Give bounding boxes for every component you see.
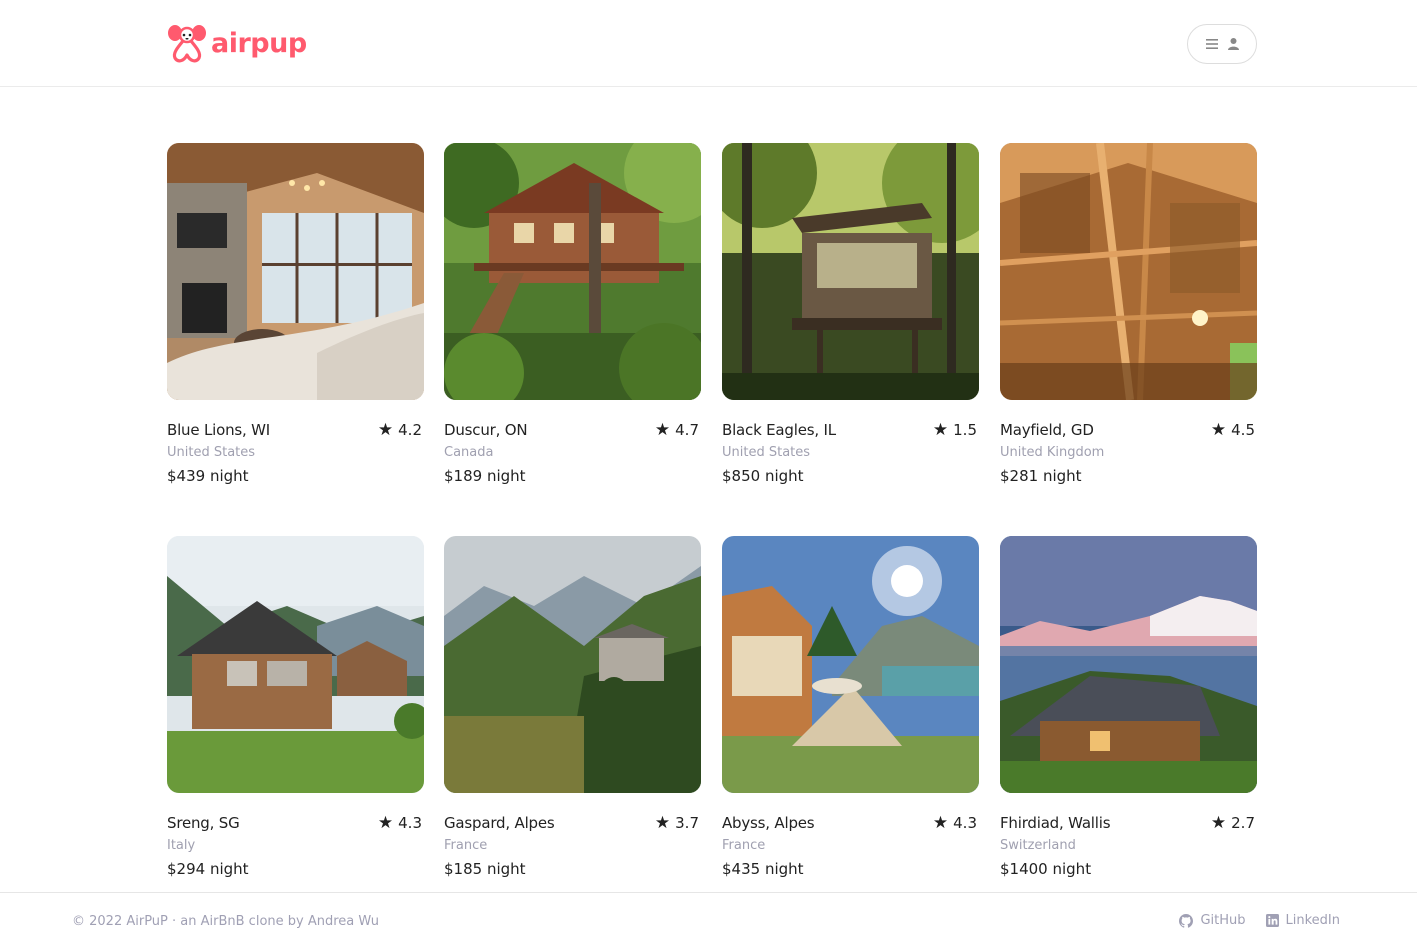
listing-price: $435 night	[722, 860, 804, 878]
listing-country: Canada	[444, 445, 494, 460]
top-navbar: airpup	[0, 0, 1417, 87]
listing-card[interactable]: Fhirdiad, Wallis ★ 2.7 Switzerland $1400 …	[1000, 536, 1257, 886]
listing-card[interactable]: Gaspard, Alpes ★ 3.7 France $185 night	[444, 536, 701, 886]
airpup-logo[interactable]: airpup	[166, 22, 307, 64]
listing-photo[interactable]	[722, 143, 979, 400]
listing-country: Switzerland	[1000, 838, 1076, 853]
listing-rating: ★ 4.2	[378, 421, 422, 439]
listing-country: United Kingdom	[1000, 445, 1105, 460]
listing-country: France	[444, 838, 488, 853]
user-menu-button[interactable]	[1187, 24, 1257, 64]
listing-card[interactable]: Abyss, Alpes ★ 4.3 France $435 night	[722, 536, 979, 886]
listing-rating: ★ 4.5	[1211, 421, 1255, 439]
listing-location: Blue Lions, WI	[167, 421, 270, 439]
star-icon: ★	[932, 419, 949, 440]
listing-card[interactable]: Mayfield, GD ★ 4.5 United Kingdom $281 ni…	[1000, 143, 1257, 493]
listing-price: $439 night	[167, 467, 249, 485]
rating-value: 4.2	[398, 421, 422, 439]
listing-card[interactable]: Black Eagles, IL ★ 1.5 United States $850…	[722, 143, 979, 493]
listing-rating: ★ 4.7	[655, 421, 699, 439]
rating-value: 4.3	[398, 814, 422, 832]
listing-photo[interactable]	[167, 143, 424, 400]
airpup-logo-icon	[168, 25, 206, 63]
star-icon: ★	[377, 419, 394, 440]
listing-price: $281 night	[1000, 467, 1082, 485]
listing-rating: ★ 4.3	[933, 814, 977, 832]
listing-photo[interactable]	[1000, 143, 1257, 400]
listing-location: Gaspard, Alpes	[444, 814, 555, 832]
brand-name: airpup	[211, 27, 307, 59]
listing-location: Mayfield, GD	[1000, 421, 1094, 439]
star-icon: ★	[654, 419, 671, 440]
star-icon: ★	[1210, 419, 1227, 440]
listing-location: Sreng, SG	[167, 814, 240, 832]
rating-value: 4.7	[675, 421, 699, 439]
rating-value: 1.5	[953, 421, 977, 439]
footer-copyright: © 2022 AirPuP · an AirBnB clone by Andre…	[72, 914, 380, 929]
star-icon: ★	[932, 812, 949, 833]
hamburger-icon	[1205, 39, 1218, 49]
listing-country: United States	[167, 445, 256, 460]
rating-value: 3.7	[675, 814, 699, 832]
listing-location: Abyss, Alpes	[722, 814, 815, 832]
listing-photo[interactable]	[1000, 536, 1257, 793]
footer: © 2022 AirPuP · an AirBnB clone by Andre…	[0, 892, 1417, 948]
listing-price: $850 night	[722, 467, 804, 485]
listing-location: Duscur, ON	[444, 421, 528, 439]
listing-card[interactable]: Duscur, ON ★ 4.7 Canada $189 night	[444, 143, 701, 493]
listing-price: $294 night	[167, 860, 249, 878]
rating-value: 4.3	[953, 814, 977, 832]
star-icon: ★	[377, 812, 394, 833]
user-icon	[1227, 38, 1239, 50]
listing-rating: ★ 2.7	[1211, 814, 1255, 832]
listing-rating: ★ 1.5	[933, 421, 977, 439]
listing-country: Italy	[167, 838, 196, 853]
rating-value: 4.5	[1231, 421, 1255, 439]
linkedin-link-label: LinkedIn	[1285, 913, 1340, 928]
github-link-label: GitHub	[1200, 913, 1246, 928]
rating-value: 2.7	[1231, 814, 1255, 832]
star-icon: ★	[654, 812, 671, 833]
listing-country: France	[722, 838, 766, 853]
listing-photo[interactable]	[444, 536, 701, 793]
listing-price: $189 night	[444, 467, 526, 485]
listing-photo[interactable]	[722, 536, 979, 793]
star-icon: ★	[1210, 812, 1227, 833]
listing-photo[interactable]	[167, 536, 424, 793]
listing-card[interactable]: Blue Lions, WI ★ 4.2 United States $439 n…	[167, 143, 424, 493]
linkedin-link[interactable]: LinkedIn	[1265, 913, 1340, 928]
linkedin-icon	[1265, 914, 1279, 927]
listing-location: Fhirdiad, Wallis	[1000, 814, 1111, 832]
listing-price: $1400 night	[1000, 860, 1092, 878]
footer-links: GitHub LinkedIn	[1179, 913, 1340, 928]
listing-price: $185 night	[444, 860, 526, 878]
listing-rating: ★ 3.7	[655, 814, 699, 832]
listing-photo[interactable]	[444, 143, 701, 400]
github-icon	[1179, 913, 1194, 928]
github-link[interactable]: GitHub	[1179, 913, 1246, 928]
listing-country: United States	[722, 445, 811, 460]
listing-card[interactable]: Sreng, SG ★ 4.3 Italy $294 night	[167, 536, 424, 886]
listing-location: Black Eagles, IL	[722, 421, 836, 439]
listing-rating: ★ 4.3	[378, 814, 422, 832]
